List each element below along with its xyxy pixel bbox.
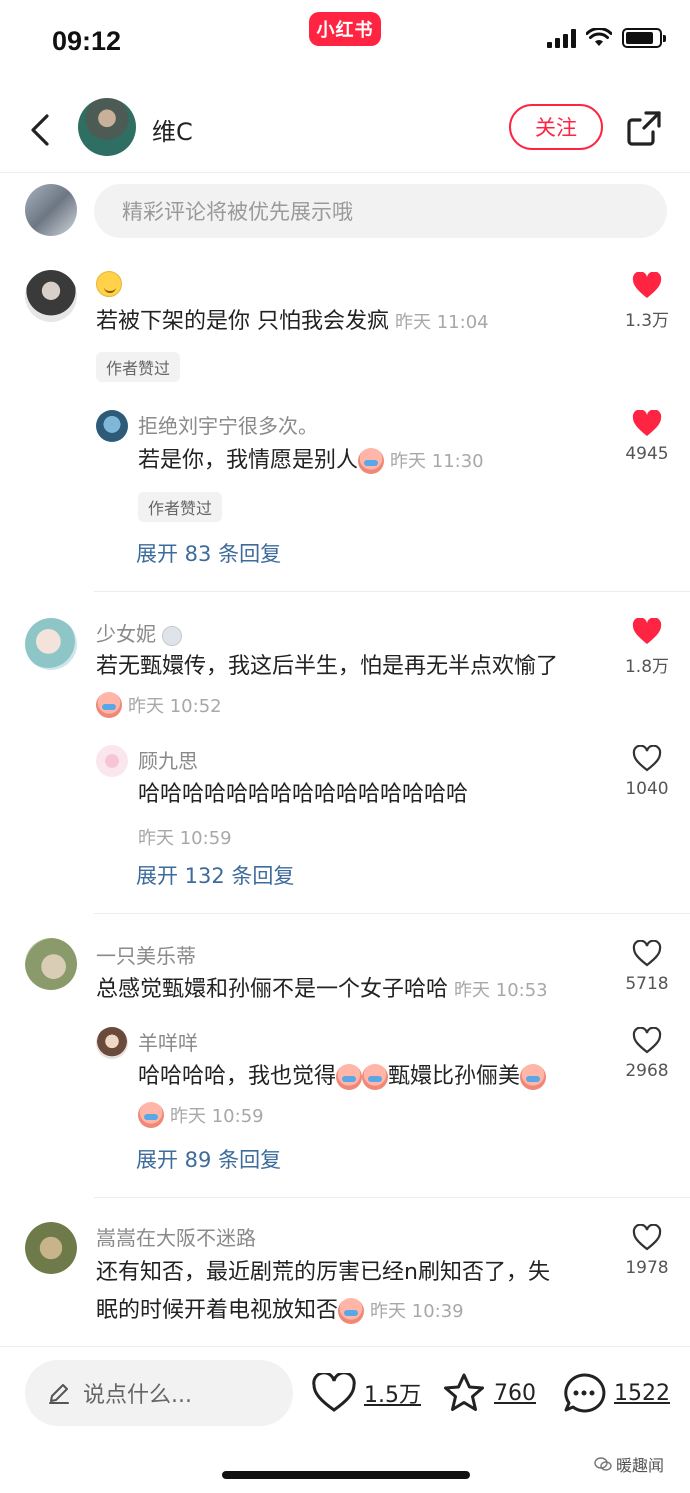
reply-text: 哈哈哈哈，我也觉得 甄嬛比孙俪美 bbox=[138, 1062, 547, 1092]
reply-avatar[interactable] bbox=[96, 410, 128, 442]
follow-button[interactable]: 关注 bbox=[509, 104, 603, 150]
commenter-avatar[interactable] bbox=[25, 618, 77, 670]
cry-emoji-icon bbox=[338, 1298, 365, 1324]
commenter-avatar[interactable] bbox=[25, 1222, 77, 1274]
cry-emoji-icon bbox=[362, 1064, 389, 1090]
heart-outline-icon bbox=[632, 1027, 662, 1054]
say-something-input[interactable]: 说点什么... bbox=[25, 1360, 293, 1426]
comment-separator bbox=[94, 1197, 690, 1198]
reply-text: 若是你，我情愿是别人 昨天 11:30 bbox=[138, 448, 484, 474]
comment-text: 还有知否，最近剧荒的厉害已经n刷知否了，失 bbox=[96, 1260, 550, 1285]
watermark: 暖趣闻 bbox=[594, 1452, 664, 1476]
expand-replies-link[interactable]: 展开 89 条回复 bbox=[136, 1144, 281, 1174]
like-button[interactable]: 1.3万 bbox=[617, 272, 677, 331]
commenter-username[interactable]: 少女妮 bbox=[96, 618, 183, 647]
reply-text: 哈哈哈哈哈哈哈哈哈哈哈哈哈哈哈 bbox=[138, 782, 469, 807]
author-name[interactable]: 维C bbox=[152, 112, 193, 147]
expand-replies-link[interactable]: 展开 132 条回复 bbox=[136, 860, 294, 890]
reply-time: 昨天 10:59 bbox=[138, 1102, 264, 1128]
heart-outline-icon bbox=[632, 940, 662, 967]
status-icons bbox=[547, 28, 666, 48]
cry-emoji-icon bbox=[520, 1064, 547, 1090]
comment-bubble-icon bbox=[564, 1373, 606, 1413]
comment-time: 昨天 10:52 bbox=[96, 692, 222, 718]
cry-emoji-icon bbox=[336, 1064, 363, 1090]
comment-separator bbox=[94, 913, 690, 914]
share-icon bbox=[627, 111, 661, 146]
bottom-divider bbox=[0, 1346, 690, 1347]
heart-outline-icon bbox=[632, 1224, 662, 1251]
note-collect-button[interactable]: 760 bbox=[442, 1368, 536, 1418]
pencil-icon bbox=[49, 1384, 69, 1404]
like-button[interactable]: 1.8万 bbox=[617, 618, 677, 677]
my-avatar bbox=[25, 184, 77, 236]
reply-avatar[interactable] bbox=[96, 1027, 128, 1059]
commenter-avatar[interactable] bbox=[25, 270, 77, 322]
say-something-placeholder: 说点什么... bbox=[83, 1383, 192, 1408]
cry-emoji-icon bbox=[138, 1102, 164, 1128]
commenter-username[interactable]: 一只美乐蒂 bbox=[96, 940, 196, 969]
reply-username[interactable]: 拒绝刘宇宁很多次。 bbox=[138, 410, 318, 439]
like-count: 1.8万 bbox=[624, 657, 670, 677]
reply-avatar[interactable] bbox=[96, 745, 128, 777]
heart-filled-icon bbox=[632, 618, 662, 644]
signal-icon bbox=[547, 28, 576, 48]
cry-emoji-icon bbox=[96, 692, 122, 718]
note-like-button[interactable]: 1.5万 bbox=[312, 1368, 421, 1418]
like-button[interactable]: 2968 bbox=[617, 1027, 677, 1081]
like-count: 2968 bbox=[625, 1061, 669, 1081]
smile-emoji-icon bbox=[96, 270, 122, 297]
note-header: 维C 关注 bbox=[0, 90, 690, 170]
commenter-username[interactable] bbox=[96, 270, 122, 297]
like-count: 5718 bbox=[625, 974, 669, 994]
heart-outline-icon bbox=[632, 745, 662, 772]
comment-text: 若无甄嬛传，我这后半生，怕是再无半点欢愉了 bbox=[96, 654, 559, 679]
note-collect-count: 760 bbox=[494, 1380, 536, 1406]
comment-text: 总感觉甄嬛和孙俪不是一个女子哈哈 昨天 10:53 bbox=[96, 977, 548, 1002]
heart-filled-icon bbox=[632, 272, 662, 298]
wechat-icon bbox=[594, 1457, 612, 1471]
badge-icon bbox=[162, 625, 183, 646]
chevron-left-icon bbox=[31, 114, 49, 146]
watermark-text: 暖趣闻 bbox=[616, 1456, 665, 1475]
heart-filled-icon bbox=[632, 410, 662, 436]
header-divider bbox=[0, 172, 690, 173]
note-comment-button[interactable]: 1522 bbox=[562, 1368, 670, 1418]
heart-outline-icon bbox=[312, 1373, 356, 1412]
status-time: 09:12 bbox=[52, 26, 122, 56]
cry-emoji-icon bbox=[358, 448, 385, 474]
commenter-username[interactable]: 嵩嵩在大阪不迷路 bbox=[96, 1222, 256, 1251]
battery-icon bbox=[622, 28, 666, 48]
note-comment-count: 1522 bbox=[614, 1380, 670, 1406]
note-like-count: 1.5万 bbox=[364, 1383, 421, 1408]
reply-username[interactable]: 顾九思 bbox=[138, 745, 198, 774]
author-liked-tag: 作者赞过 bbox=[138, 492, 223, 522]
like-button[interactable]: 1978 bbox=[617, 1224, 677, 1278]
back-button[interactable] bbox=[22, 108, 58, 152]
wifi-icon bbox=[586, 28, 612, 46]
author-avatar[interactable] bbox=[78, 98, 136, 156]
reply-username[interactable]: 羊咩咩 bbox=[138, 1027, 198, 1056]
commenter-avatar[interactable] bbox=[25, 938, 77, 990]
expand-replies-link[interactable]: 展开 83 条回复 bbox=[136, 538, 281, 568]
like-count: 1040 bbox=[625, 779, 669, 799]
comment-text: 眠的时候开着电视放知否 昨天 10:39 bbox=[96, 1298, 464, 1324]
like-button[interactable]: 1040 bbox=[617, 745, 677, 799]
like-count: 4945 bbox=[625, 444, 669, 464]
comment-separator bbox=[94, 591, 690, 592]
like-button[interactable]: 5718 bbox=[617, 940, 677, 994]
comment-input[interactable]: 精彩评论将被优先展示哦 bbox=[94, 184, 667, 238]
home-indicator[interactable] bbox=[222, 1471, 470, 1479]
app-badge: 小红书 bbox=[309, 12, 381, 46]
star-outline-icon bbox=[444, 1373, 484, 1411]
comment-text: 若被下架的是你 只怕我会发疯 昨天 11:04 bbox=[96, 309, 489, 334]
like-button[interactable]: 4945 bbox=[617, 410, 677, 464]
like-count: 1.3万 bbox=[624, 311, 670, 331]
share-button[interactable] bbox=[624, 108, 664, 148]
like-count: 1978 bbox=[625, 1258, 669, 1278]
author-liked-tag: 作者赞过 bbox=[96, 352, 181, 382]
reply-time: 昨天 10:59 bbox=[138, 828, 232, 849]
